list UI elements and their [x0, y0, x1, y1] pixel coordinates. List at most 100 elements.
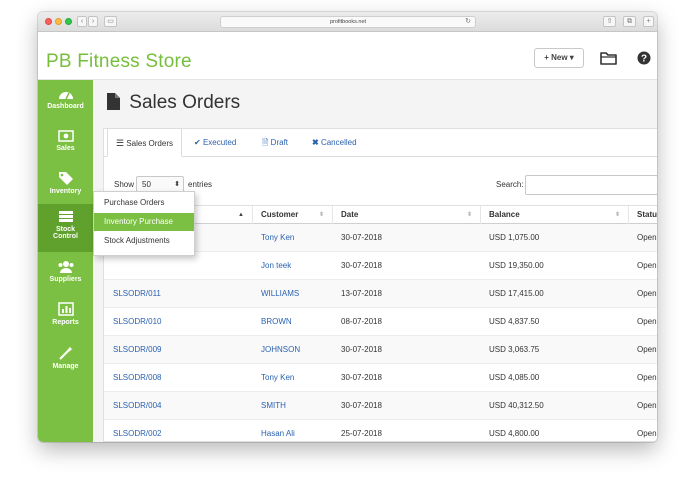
table-row[interactable]: SLSODR/008 Tony Ken 30-07-2018 USD 4,085.00… [104, 364, 657, 392]
table-row[interactable]: SLSODR/010 BROWN 08-07-2018 USD 4,837.50 Ope… [104, 308, 657, 336]
sidebar-label: Manage [52, 363, 79, 370]
column-header-balance[interactable]: Balance ⬍ [480, 206, 628, 224]
check-icon: ✔ [194, 138, 201, 147]
share-icon[interactable]: ⇧ [603, 16, 616, 27]
status-cell: Open [637, 233, 657, 242]
table-row[interactable]: SLSODR/009 JOHNSON 30-07-2018 USD 3,063.75 O… [104, 336, 657, 364]
column-header-status[interactable]: Status [628, 206, 657, 224]
sidebar-item-manage[interactable]: Manage [38, 346, 93, 378]
order-number-cell[interactable]: SLSODR/011 [104, 280, 252, 308]
order-number-cell[interactable] [104, 252, 252, 280]
dashboard-icon [58, 92, 73, 100]
column-header-label: Date [341, 210, 359, 219]
sidebar-item-suppliers[interactable]: Suppliers [38, 260, 93, 292]
sidebar-item-sales[interactable]: Sales [38, 130, 93, 162]
customer-cell[interactable]: JOHNSON [252, 336, 332, 364]
tabs-icon[interactable]: ⧉ [623, 16, 636, 27]
column-header-date[interactable]: Date ⬍ [332, 206, 480, 224]
maximize-window-button[interactable] [65, 18, 72, 25]
chart-icon [57, 302, 74, 316]
tab-draft[interactable]: 🗎 Draft [262, 129, 288, 157]
tab-label: Executed [202, 138, 237, 147]
column-header-label: Balance [489, 210, 520, 219]
reload-icon[interactable]: ↻ [465, 17, 471, 27]
status-cell: Open [637, 429, 657, 438]
menu-item-purchase-orders[interactable]: Purchase Orders [94, 194, 194, 212]
sidebar-item-reports[interactable]: Reports [38, 302, 93, 334]
customer-cell[interactable]: Jon teek [252, 252, 332, 280]
balance-cell: USD 19,350.00 [489, 261, 544, 270]
folder-icon[interactable] [600, 50, 618, 66]
status-cell: Open [637, 373, 657, 382]
sidebar-toggle-icon[interactable]: ▭ [104, 16, 117, 27]
money-icon [57, 130, 74, 142]
table-row[interactable]: Jon teek 30-07-2018 USD 19,350.00 Open [104, 252, 657, 280]
date-cell: 25-07-2018 [341, 429, 382, 438]
order-number-cell[interactable]: SLSODR/009 [104, 336, 252, 364]
sidebar-label: Suppliers [49, 276, 82, 283]
orders-panel: ☰ Sales Orders ✔ Executed 🗎 Draft ✖ Canc… [103, 128, 657, 442]
status-cell: Open [637, 401, 657, 410]
status-cell: Open [637, 289, 657, 298]
status-cell: Open [637, 317, 657, 326]
table-row[interactable]: SLSODR/004 SMITH 30-07-2018 USD 40,312.50 Op… [104, 392, 657, 420]
search-input[interactable] [525, 175, 657, 195]
forward-icon[interactable]: › [88, 16, 98, 27]
date-cell: 30-07-2018 [341, 401, 382, 410]
tab-label: Draft [270, 138, 289, 147]
sort-icon: ⬍ [466, 212, 472, 218]
balance-cell: USD 1,075.00 [489, 233, 540, 242]
customer-cell[interactable]: Tony Ken [252, 224, 332, 252]
customer-cell[interactable]: Tony Ken [252, 364, 332, 392]
sidebar-label: Dashboard [47, 103, 84, 110]
tab-label: Sales Orders [126, 139, 173, 148]
tab-executed[interactable]: ✔ Executed [194, 129, 236, 157]
tab-cancelled[interactable]: ✖ Cancelled [312, 129, 357, 157]
menu-item-inventory-purchase[interactable]: Inventory Purchase [94, 213, 194, 231]
tab-bar: ☰ Sales Orders ✔ Executed 🗎 Draft ✖ Canc… [104, 128, 657, 157]
back-icon[interactable]: ‹ [77, 16, 87, 27]
page-title-text: Sales Orders [129, 92, 241, 113]
wand-icon [58, 346, 73, 360]
date-cell: 30-07-2018 [341, 345, 382, 354]
stock-icon [58, 211, 73, 222]
order-number-cell[interactable]: SLSODR/004 [104, 392, 252, 420]
balance-cell: USD 4,800.00 [489, 429, 540, 438]
tab-sales-orders[interactable]: ☰ Sales Orders [107, 128, 182, 157]
sidebar-item-stock-control[interactable]: Stock Control [38, 204, 93, 252]
close-window-button[interactable] [45, 18, 52, 25]
stock-control-menu: Purchase Orders Inventory Purchase Stock… [93, 191, 195, 256]
minimize-window-button[interactable] [55, 18, 62, 25]
balance-cell: USD 4,085.00 [489, 373, 540, 382]
sidebar-item-inventory[interactable]: Inventory [38, 171, 93, 203]
new-button[interactable]: + New ▾ [534, 48, 584, 68]
menu-item-stock-adjustments[interactable]: Stock Adjustments [94, 232, 194, 250]
column-header-customer[interactable]: Customer ⬍ [252, 206, 332, 224]
url-text: profitbooks.net [329, 19, 367, 25]
customer-cell[interactable]: BROWN [252, 308, 332, 336]
order-number-cell[interactable]: SLSODR/008 [104, 364, 252, 392]
sidebar-item-dashboard[interactable]: Dashboard [38, 88, 93, 124]
customer-cell[interactable]: WILLIAMS [252, 280, 332, 308]
tag-icon [58, 172, 73, 185]
file-icon: 🗎 [262, 138, 269, 147]
users-icon [58, 261, 73, 273]
table-row[interactable]: SLSODR/002 Hasan Ali 25-07-2018 USD 4,800.0… [104, 420, 657, 442]
date-cell: 08-07-2018 [341, 317, 382, 326]
list-icon: ☰ [116, 138, 125, 148]
date-cell: 30-07-2018 [341, 261, 382, 270]
tab-label: Cancelled [320, 138, 357, 147]
order-number-cell[interactable]: SLSODR/002 [104, 420, 252, 442]
order-number-cell[interactable]: SLSODR/010 [104, 308, 252, 336]
column-header-label: Status [637, 210, 657, 219]
table-row[interactable]: SLSODR/011 WILLIAMS 13-07-2018 USD 17,415.0… [104, 280, 657, 308]
help-icon[interactable]: ? [636, 50, 654, 66]
customer-cell[interactable]: SMITH [252, 392, 332, 420]
balance-cell: USD 4,837.50 [489, 317, 540, 326]
sidebar-label: Reports [52, 319, 79, 326]
customer-cell[interactable]: Hasan Ali [252, 420, 332, 442]
svg-text:?: ? [641, 54, 647, 65]
new-tab-icon[interactable]: + [643, 16, 654, 27]
brand-title[interactable]: PB Fitness Store [46, 51, 192, 73]
url-bar[interactable]: profitbooks.net ↻ [220, 16, 476, 28]
